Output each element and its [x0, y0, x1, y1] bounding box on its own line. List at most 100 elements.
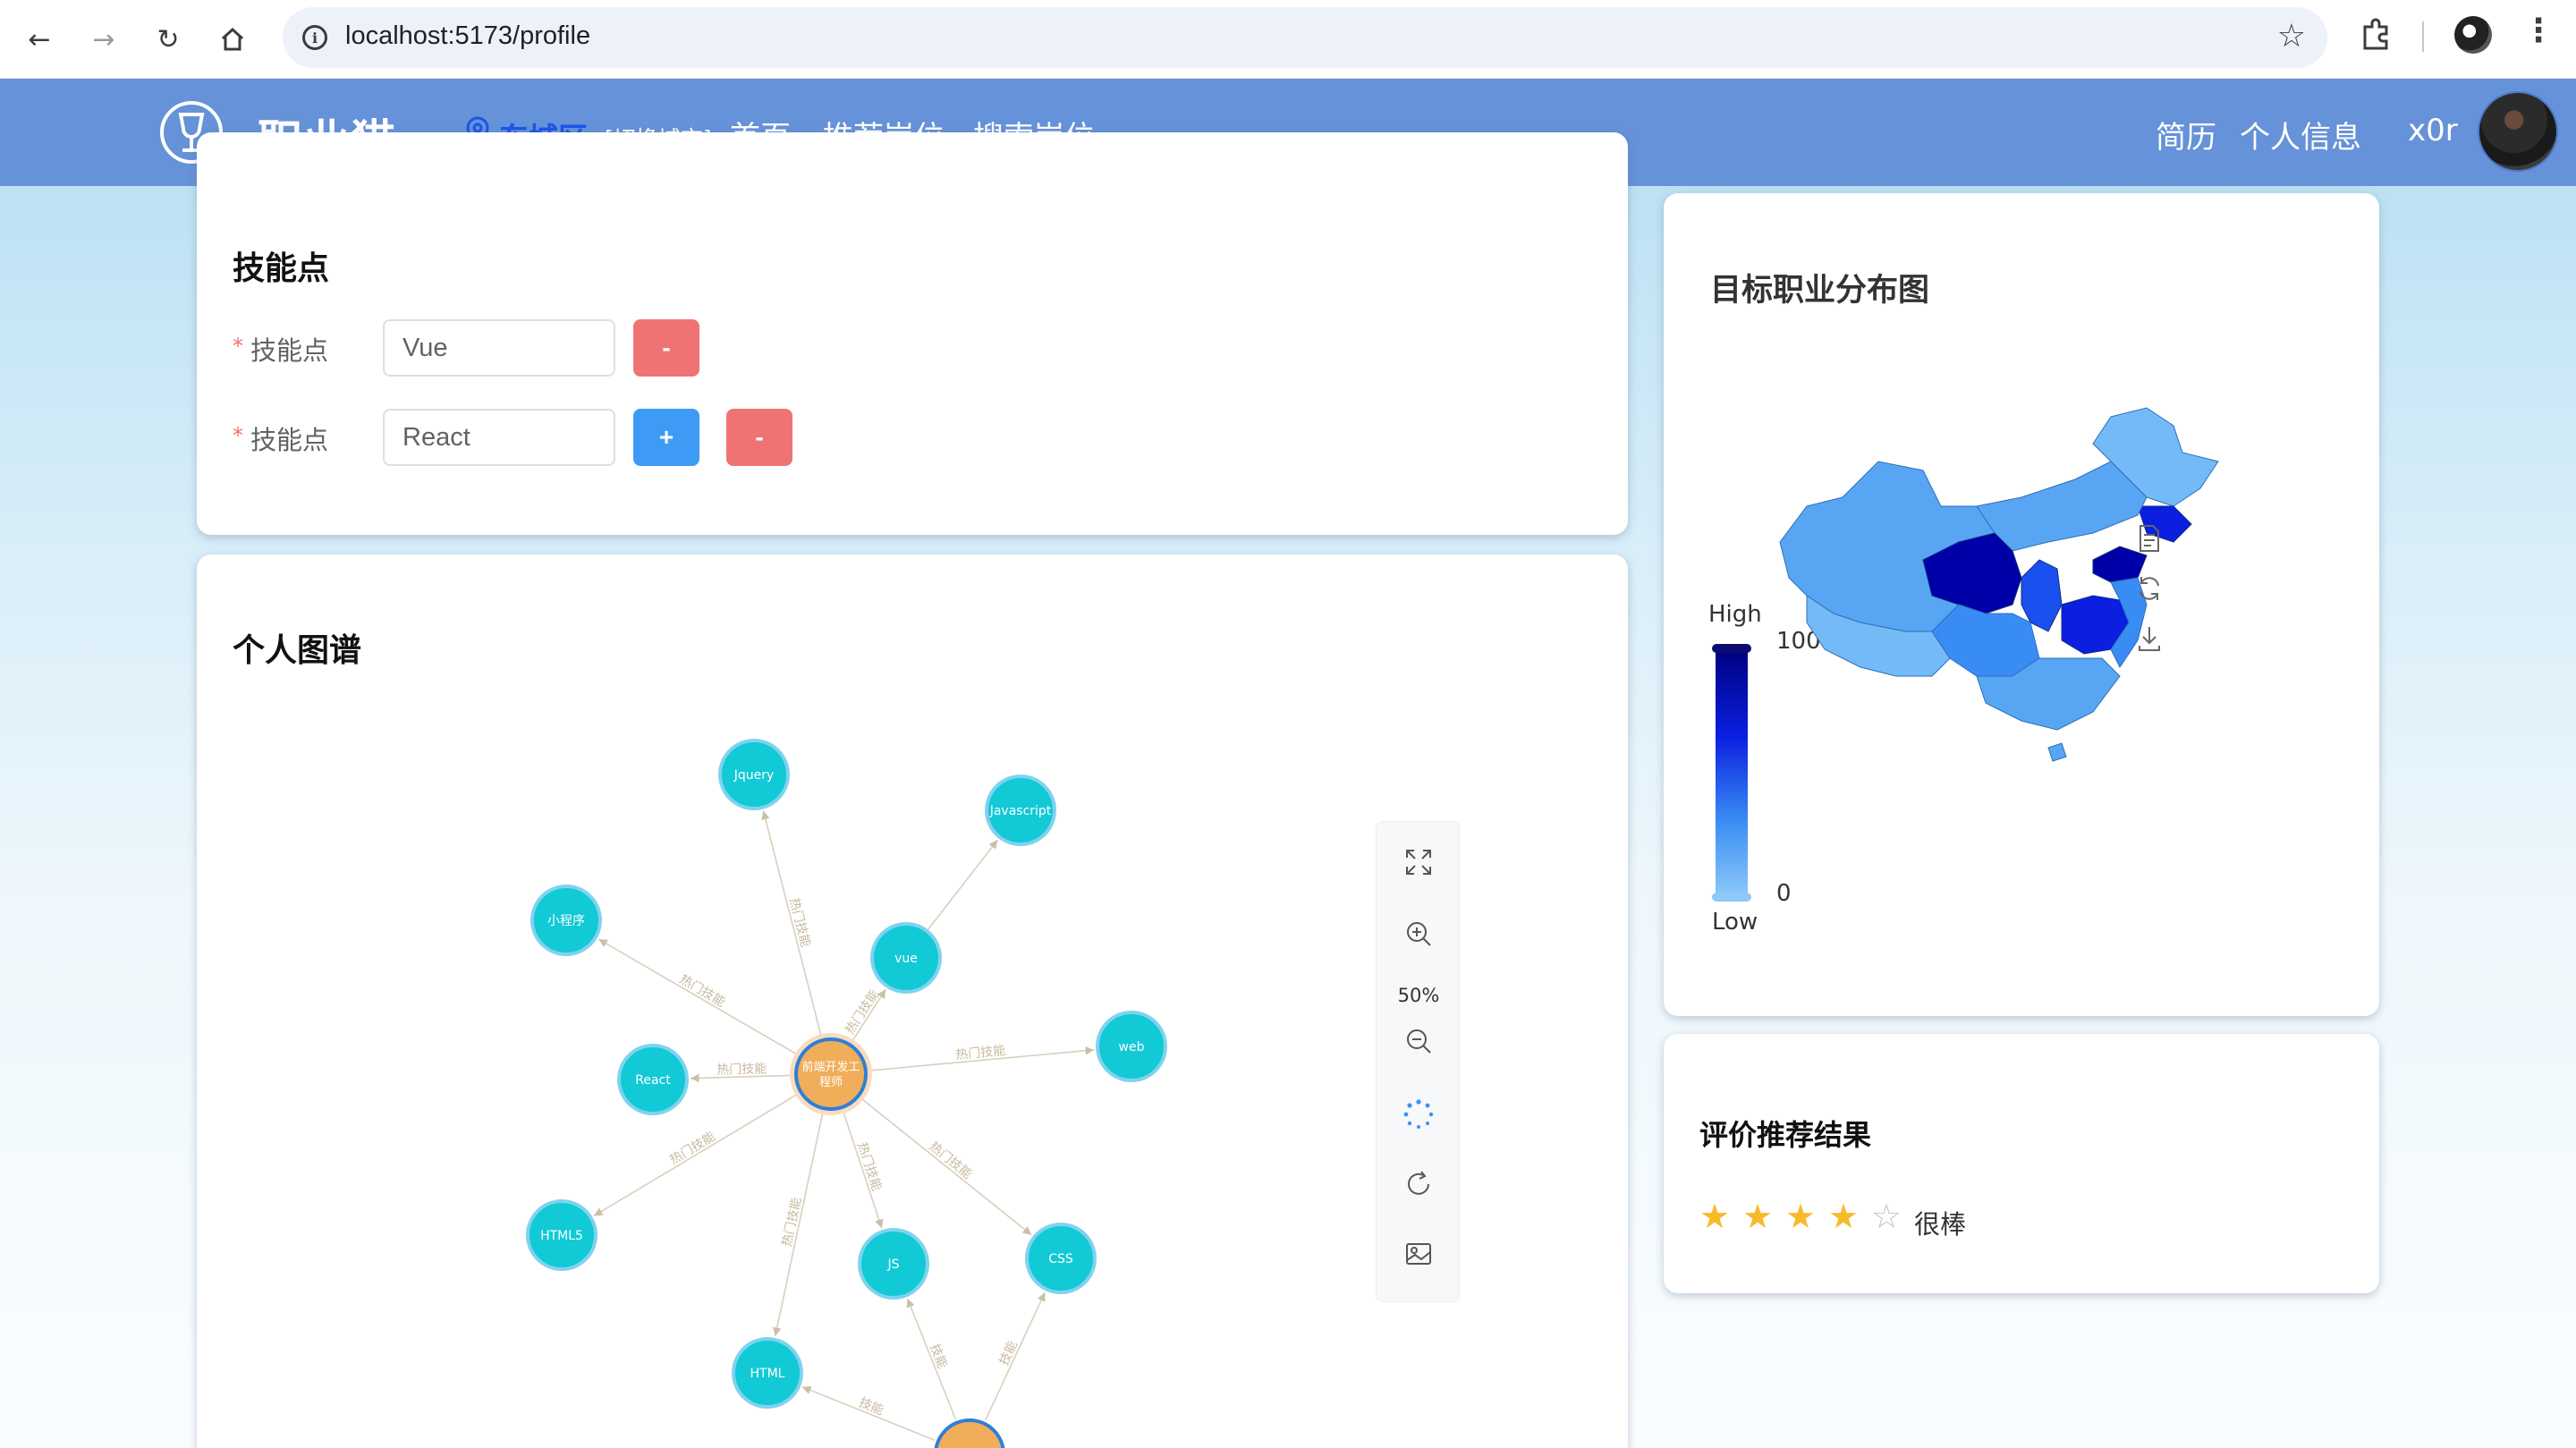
graph-node-label: HTML [750, 1367, 785, 1381]
required-asterisk: * [233, 423, 243, 448]
graph-edge[interactable] [597, 938, 800, 1056]
graph-node-label: Javascript [989, 804, 1052, 818]
graph-edge[interactable] [801, 1385, 936, 1442]
star-filled-icon[interactable]: ★ [1742, 1197, 1773, 1236]
china-map[interactable] [1753, 399, 2236, 801]
star-empty-icon[interactable]: ☆ [1871, 1197, 1902, 1236]
graph-edge-label: 热门技能 [786, 896, 812, 948]
forward-arrow-icon[interactable]: → [84, 20, 123, 59]
graph-edge-label: 热门技能 [677, 972, 727, 1010]
graph-node-miniapp[interactable]: 小程序 [530, 885, 602, 956]
map-region-hainan[interactable] [2047, 742, 2067, 762]
rating-title: 评价推荐结果 [1699, 1118, 1872, 1152]
map-region-inner-mongolia[interactable] [1976, 461, 2148, 552]
graph-node-jquery[interactable]: Jquery [718, 739, 790, 810]
rating-card: 评价推荐结果 ★ ★ ★ ★ ☆ 很棒 [1664, 1034, 2379, 1293]
graph-edge[interactable] [985, 1291, 1046, 1421]
restore-icon[interactable] [2136, 574, 2163, 603]
legend-handle-top[interactable] [1712, 644, 1751, 653]
graph-node-center[interactable]: 前端开发工程师 [790, 1033, 872, 1115]
graph-node-vue[interactable]: vue [870, 922, 942, 994]
graph-edge-label: 热门技能 [854, 1140, 884, 1192]
username[interactable]: x0r [2408, 113, 2458, 148]
map-region-sichuan[interactable] [1931, 604, 2040, 677]
site-info-icon[interactable]: i [302, 25, 327, 50]
address-bar[interactable]: i localhost:5173/profile ☆ [283, 7, 2327, 68]
zoom-in-icon[interactable] [1403, 919, 1434, 949]
skill-label: 技能点 [250, 425, 329, 455]
graph-edge[interactable] [860, 1097, 1032, 1236]
add-skill-button[interactable]: + [633, 409, 699, 466]
graph-node-javascript[interactable]: Javascript [985, 775, 1056, 846]
graph-node-html5[interactable]: HTML5 [526, 1199, 597, 1271]
graph-node-label: 程师 [819, 1076, 843, 1089]
back-arrow-icon[interactable]: ← [20, 20, 59, 59]
save-as-image-icon[interactable] [2136, 624, 2163, 653]
graph-node-label: React [635, 1073, 671, 1088]
bookmark-star-icon[interactable]: ☆ [2277, 18, 2306, 55]
skill-label: 技能点 [250, 335, 329, 366]
graph-edge-label: 热门技能 [716, 1062, 767, 1078]
graph-node-html[interactable]: HTML [732, 1337, 803, 1409]
skill-input-1[interactable] [383, 319, 615, 377]
graph-node-label: HTML5 [540, 1229, 583, 1243]
graph-edge[interactable] [927, 839, 998, 930]
map-title: 目标职业分布图 [1710, 273, 1930, 309]
skills-title: 技能点 [233, 250, 330, 287]
reload-icon[interactable]: ↻ [148, 20, 188, 59]
zoom-level: 50% [1397, 985, 1440, 1006]
graph-edge-label: 热门技能 [955, 1044, 1006, 1063]
reset-icon[interactable] [1403, 1169, 1434, 1199]
graph-edge-label: 热门技能 [780, 1196, 804, 1248]
graph-node-label: 前端开发工 [801, 1060, 860, 1074]
graph-edge-label: 热门技能 [667, 1130, 717, 1167]
graph-edge[interactable] [761, 810, 823, 1038]
graph-edge[interactable] [773, 1110, 825, 1337]
graph-node-label: JS [886, 1257, 899, 1272]
graph-toolbar: 50% [1376, 821, 1460, 1302]
legend-handle-bottom[interactable] [1712, 893, 1751, 902]
browser-toolbar: ← → ↻ i localhost:5173/profile ☆ ⋮ [0, 0, 2576, 79]
home-icon[interactable] [213, 20, 252, 59]
legend-min-value: 0 [1776, 880, 1792, 907]
download-image-icon[interactable] [1403, 1239, 1434, 1269]
star-filled-icon[interactable]: ★ [1785, 1197, 1816, 1236]
graph-node-web[interactable]: web [1096, 1011, 1167, 1082]
star-filled-icon[interactable]: ★ [1699, 1197, 1730, 1236]
page-body: 职业猫 东城区 [切换城市] 首页 推荐岗位 搜索岗位 简历 个人信息 x0r … [0, 79, 2576, 1448]
graph-edge-label: 热门技能 [843, 987, 882, 1037]
legend-low-label: Low [1712, 909, 1758, 936]
skills-card: 技能点 * 技能点 - * 技能点 + - [197, 132, 1628, 535]
extensions-icon[interactable] [2358, 16, 2394, 52]
graph-node-css[interactable]: CSS [1025, 1223, 1097, 1294]
graph-node-label: web [1119, 1040, 1145, 1054]
graph-node-js[interactable]: JS [858, 1228, 929, 1300]
nav-resume[interactable]: 简历 [2156, 113, 2216, 157]
graph-card: 个人图谱 热门技能 热门技能 热门技能 热门技能 热门技能 热门技能 热门技能 热门技能 热门技… [197, 555, 1628, 1448]
user-avatar[interactable] [2478, 91, 2558, 172]
graph-node-label: vue [894, 952, 918, 966]
graph-node-react[interactable]: React [617, 1044, 689, 1115]
graph-node-me[interactable]: [P]1 [934, 1418, 1005, 1448]
graph-node-label: CSS [1048, 1252, 1073, 1266]
layout-spinner-icon[interactable] [1403, 1099, 1434, 1130]
zoom-out-icon[interactable] [1403, 1026, 1434, 1056]
fit-view-icon[interactable] [1403, 847, 1434, 877]
rating-text: 很棒 [1914, 1209, 1967, 1240]
graph-edge[interactable] [593, 1092, 800, 1217]
nav-personal-info[interactable]: 个人信息 [2240, 113, 2361, 157]
browser-profile-avatar[interactable] [2454, 16, 2492, 54]
remove-skill-button[interactable]: - [726, 409, 792, 466]
browser-menu-icon[interactable]: ⋮ [2522, 13, 2555, 49]
graph-edge-label: 热门技能 [927, 1139, 975, 1182]
skill-input-2[interactable] [383, 409, 615, 466]
toolbar-divider [2422, 21, 2424, 52]
data-view-icon[interactable] [2136, 524, 2163, 553]
required-asterisk: * [233, 334, 243, 359]
remove-skill-button[interactable]: - [633, 319, 699, 377]
map-card: 目标职业分布图 High Low 1000 0 [1664, 193, 2379, 1016]
star-filled-icon[interactable]: ★ [1828, 1197, 1859, 1236]
address-url[interactable]: localhost:5173/profile [345, 21, 590, 51]
graph-edge[interactable] [906, 1298, 957, 1420]
graph-node-label: Jquery [733, 768, 775, 783]
